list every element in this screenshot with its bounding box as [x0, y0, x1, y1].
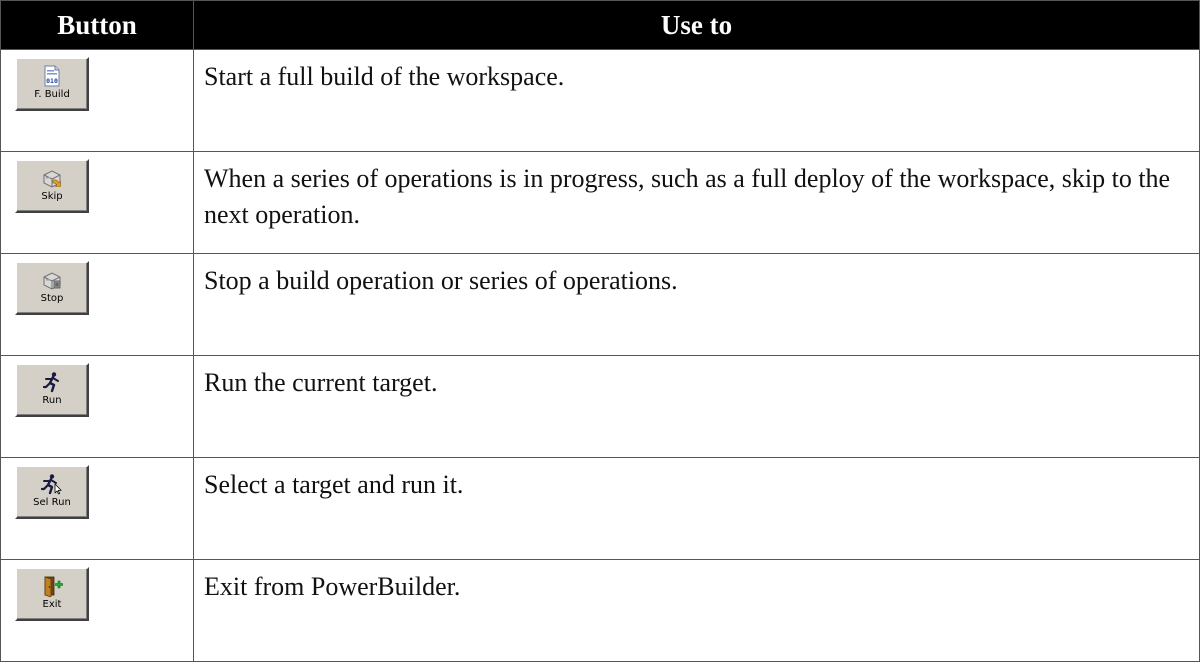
run-icon: [42, 372, 59, 393]
description-cell: Run the current target.: [193, 355, 1200, 458]
svg-text:010: 010: [46, 77, 58, 85]
header-button: Button: [0, 0, 194, 50]
table-row: Sel Run Select a target and run it.: [0, 457, 1200, 560]
description-cell: Stop a build operation or series of oper…: [193, 253, 1200, 356]
button-label: F. Build: [34, 89, 70, 100]
table-row: 010 F. Build Start a full build of the w…: [0, 49, 1200, 152]
button-cell: Run: [0, 355, 194, 458]
button-cell: Sel Run: [0, 457, 194, 560]
button-cell: Stop: [0, 253, 194, 356]
description-cell: Exit from PowerBuilder.: [193, 559, 1200, 662]
description-cell: Select a target and run it.: [193, 457, 1200, 560]
exit-icon: [44, 576, 63, 597]
run-button[interactable]: Run: [15, 363, 89, 417]
stop-icon: [43, 272, 61, 290]
button-label: Run: [42, 395, 62, 406]
skip-icon: [43, 170, 61, 188]
button-cell: Exit: [0, 559, 194, 662]
description-cell: Start a full build of the workspace.: [193, 49, 1200, 152]
table-row: Run Run the current target.: [0, 355, 1200, 458]
button-label: Sel Run: [33, 497, 71, 508]
exit-button[interactable]: Exit: [15, 567, 89, 621]
description-cell: When a series of operations is in progre…: [193, 151, 1200, 254]
button-cell: Skip: [0, 151, 194, 254]
table-row: Exit Exit from PowerBuilder.: [0, 559, 1200, 662]
button-cell: 010 F. Build: [0, 49, 194, 152]
header-use-to: Use to: [193, 0, 1200, 50]
full-build-button[interactable]: 010 F. Build: [15, 57, 89, 111]
button-label: Skip: [41, 191, 63, 202]
header-row: Button Use to: [0, 0, 1200, 50]
button-label: Stop: [40, 293, 64, 304]
full-build-icon: 010: [44, 65, 60, 87]
toolbar-buttons-table: Button Use to 010 F. Build Start a full: [0, 0, 1200, 662]
select-run-button[interactable]: Sel Run: [15, 465, 89, 519]
table-row: Skip When a series of operations is in p…: [0, 151, 1200, 254]
button-label: Exit: [42, 599, 62, 610]
select-run-icon: [41, 474, 62, 495]
table-row: Stop Stop a build operation or series of…: [0, 253, 1200, 356]
stop-button[interactable]: Stop: [15, 261, 89, 315]
skip-button[interactable]: Skip: [15, 159, 89, 213]
